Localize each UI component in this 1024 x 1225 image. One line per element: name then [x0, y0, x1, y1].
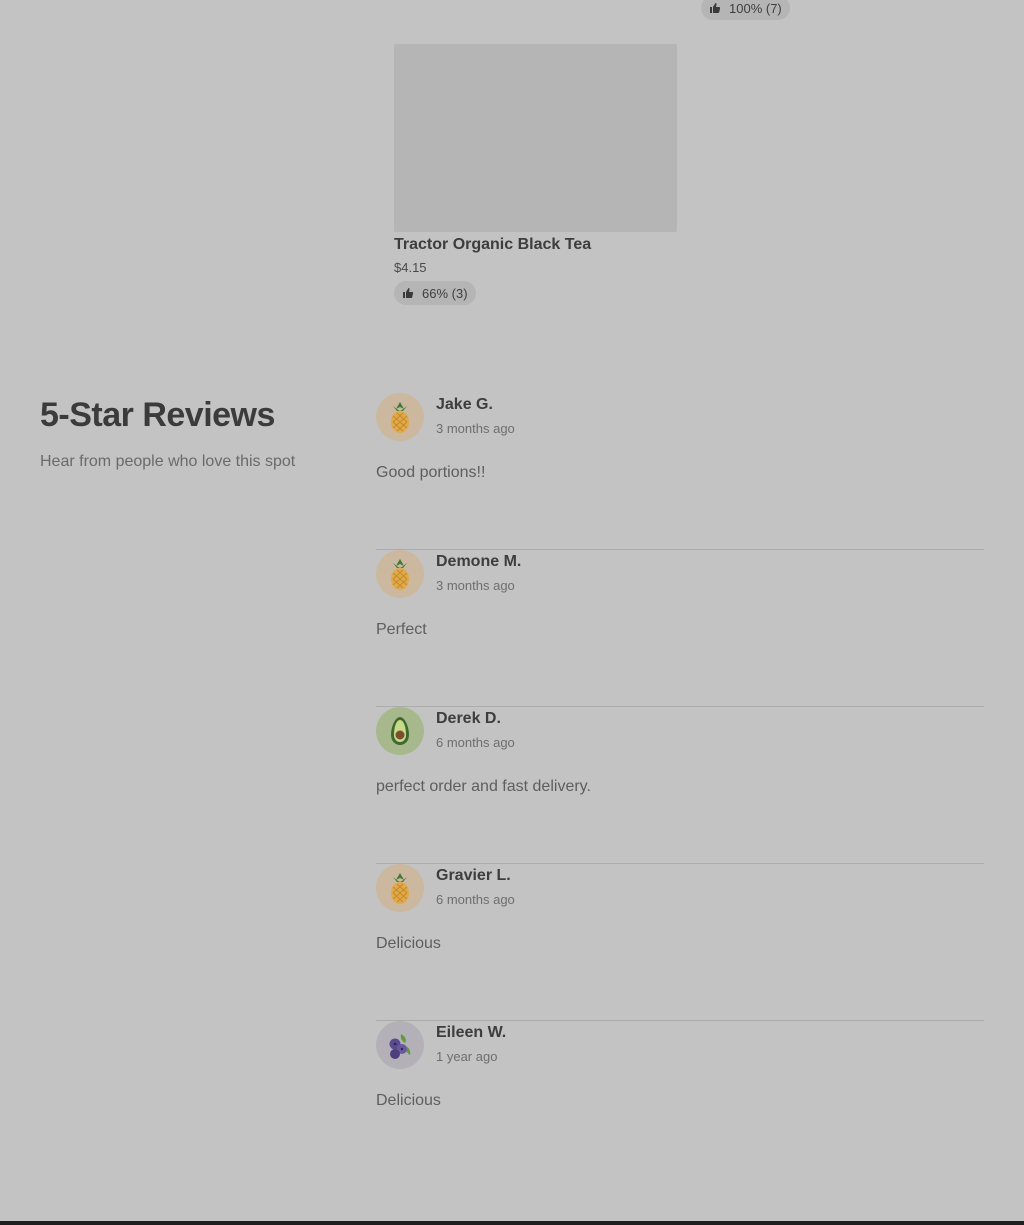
- section-title: 5-Star Reviews: [40, 396, 275, 434]
- reviewer-name: Demone M.: [436, 553, 522, 570]
- review-item: Eileen W. 1 year ago Delicious: [376, 1021, 984, 1178]
- pineapple-icon: [376, 393, 424, 441]
- review-text: perfect order and fast delivery.: [376, 778, 591, 795]
- review-time: 6 months ago: [436, 892, 515, 907]
- review-time: 3 months ago: [436, 421, 515, 436]
- section-subtitle: Hear from people who love this spot: [40, 453, 296, 470]
- product-rating-badge: 66% (3): [394, 281, 476, 305]
- review-text: Delicious: [376, 935, 441, 952]
- product-image[interactable]: [394, 44, 677, 232]
- avocado-icon: [376, 707, 424, 755]
- reviewer-name: Eileen W.: [436, 1024, 507, 1041]
- reviewer-name: Gravier L.: [436, 867, 511, 884]
- review-time: 3 months ago: [436, 578, 515, 593]
- product-price: $4.15: [394, 260, 427, 275]
- review-item: Derek D. 6 months ago perfect order and …: [376, 707, 984, 864]
- blueberry-icon: [376, 1021, 424, 1069]
- review-item: Demone M. 3 months ago Perfect: [376, 550, 984, 707]
- pineapple-icon: [376, 550, 424, 598]
- review-item: Gravier L. 6 months ago Delicious: [376, 864, 984, 1021]
- reviewer-name: Derek D.: [436, 710, 501, 727]
- thumbs-up-icon: [402, 287, 414, 299]
- thumbs-up-icon: [709, 2, 721, 14]
- review-text: Perfect: [376, 621, 427, 638]
- review-text: Good portions!!: [376, 464, 486, 481]
- review-time: 6 months ago: [436, 735, 515, 750]
- review-time: 1 year ago: [436, 1049, 498, 1064]
- top-item-rating-text: 100% (7): [729, 0, 782, 16]
- product-name[interactable]: Tractor Organic Black Tea: [394, 234, 591, 256]
- reviewer-name: Jake G.: [436, 396, 493, 413]
- bottom-bar: [0, 1221, 1024, 1225]
- review-item: Jake G. 3 months ago Good portions!!: [376, 393, 984, 550]
- pineapple-icon: [376, 864, 424, 912]
- product-rating-text: 66% (3): [422, 285, 468, 301]
- review-text: Delicious: [376, 1092, 441, 1109]
- top-item-rating-badge: 100% (7): [701, 0, 790, 20]
